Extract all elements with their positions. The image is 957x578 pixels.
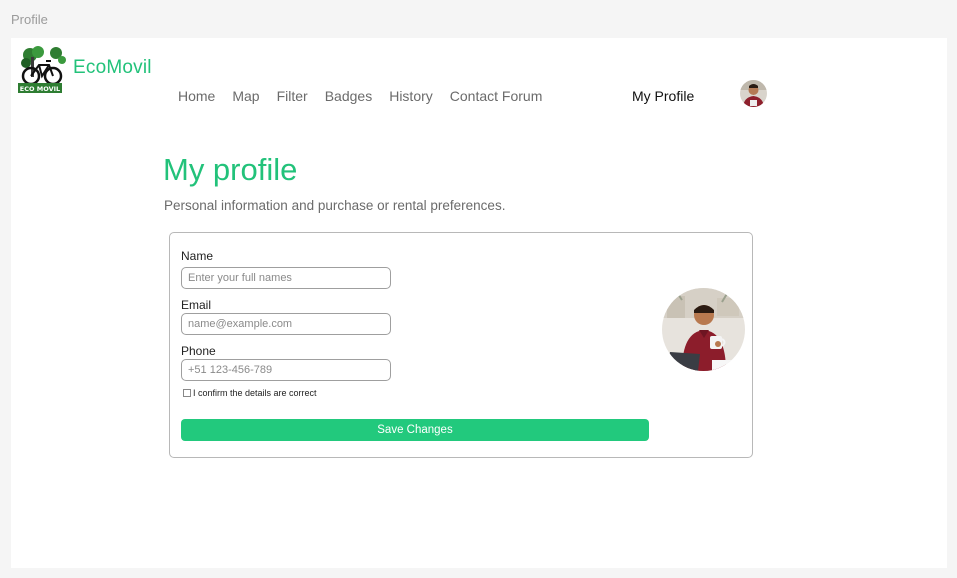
nav-map[interactable]: Map	[232, 88, 259, 104]
page-title: My profile	[163, 152, 298, 187]
phone-label: Phone	[181, 344, 216, 358]
nav-contact-forum[interactable]: Contact Forum	[450, 88, 543, 104]
profile-photo-icon	[662, 288, 745, 371]
name-label: Name	[181, 249, 214, 263]
user-avatar-icon[interactable]	[740, 80, 767, 107]
confirm-label: I confirm the details are correct	[193, 388, 317, 398]
nav-badges[interactable]: Badges	[325, 88, 372, 104]
nav-history[interactable]: History	[389, 88, 433, 104]
nav-my-profile[interactable]: My Profile	[632, 88, 694, 104]
nav-home[interactable]: Home	[178, 88, 215, 104]
brand-name: EcoMovil	[73, 57, 152, 78]
confirm-checkbox-row[interactable]: I confirm the details are correct	[183, 388, 317, 398]
eco-bike-logo-icon: ECO MOVIL	[18, 45, 66, 93]
name-input[interactable]	[181, 267, 391, 289]
brand-logo[interactable]: ECO MOVIL EcoMovil	[18, 45, 158, 95]
logo-badge-text: ECO MOVIL	[20, 85, 60, 93]
email-label: Email	[181, 298, 212, 312]
nav-filter[interactable]: Filter	[277, 88, 308, 104]
artboard: ECO MOVIL EcoMovil Home Map Filter Badge…	[11, 38, 947, 568]
save-changes-button[interactable]: Save Changes	[181, 419, 649, 441]
profile-form-card: Name Email Phone I confirm the details a…	[169, 232, 753, 458]
email-input[interactable]	[181, 313, 391, 335]
page-subtitle: Personal information and purchase or ren…	[164, 198, 506, 213]
frame-label: Profile	[11, 12, 48, 27]
confirm-checkbox[interactable]	[183, 389, 191, 397]
main-nav: Home Map Filter Badges History Contact F…	[178, 88, 559, 104]
phone-input[interactable]	[181, 359, 391, 381]
